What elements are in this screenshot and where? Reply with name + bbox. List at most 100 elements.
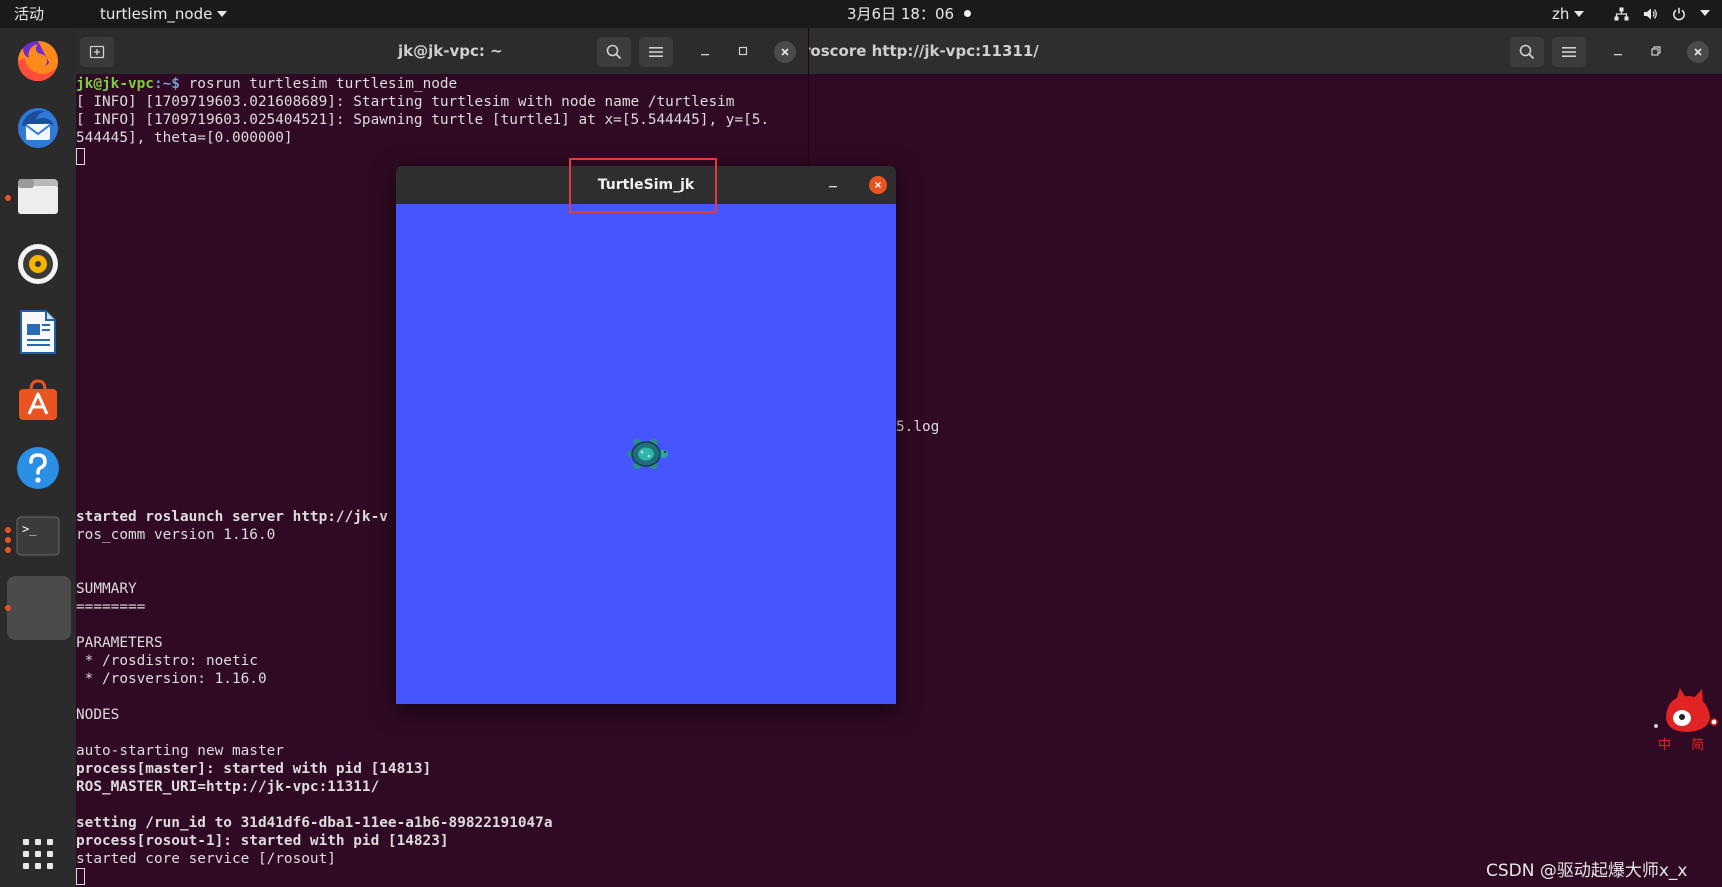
restore-icon xyxy=(1651,46,1661,56)
roscore-terminal-title: roscore http://jk-vpc:11311/ xyxy=(803,42,1039,60)
roscore-output-line: SUMMARY xyxy=(76,581,137,597)
roscore-menu-button[interactable] xyxy=(1552,37,1586,67)
volume-icon xyxy=(1644,8,1657,20)
turtlesim-prompt-line: jk@jk-vpc:~$ rosrun turtlesim turtlesim_… xyxy=(76,75,457,93)
turtlesim-search-button[interactable] xyxy=(597,37,631,67)
roscore-output-line: process[rosout-1]: started with pid [148… xyxy=(76,833,449,849)
mascot-caption: 中 简 xyxy=(1658,738,1713,753)
new-tab-button[interactable] xyxy=(80,37,114,67)
roscore-log-fragment: 5.log xyxy=(896,419,940,435)
app-grid-icon xyxy=(23,839,53,869)
prompt-command: rosrun turtlesim turtlesim_node xyxy=(188,76,458,92)
terminal-glyph: >_ xyxy=(22,522,37,536)
chevron-down-icon xyxy=(1574,10,1585,17)
turtlesim-minimize-button[interactable] xyxy=(695,41,715,61)
roscore-output-line: started roslaunch server http://jk-v xyxy=(76,509,388,525)
prompt-path: :~$ xyxy=(153,76,189,92)
turtlesim-window-close-button[interactable] xyxy=(869,176,887,194)
files-icon xyxy=(18,179,58,214)
turtlesim-terminal-title: jk@jk-vpc: ~ xyxy=(398,42,503,60)
running-indicator-icon xyxy=(5,527,11,533)
running-indicator-icon xyxy=(5,195,11,201)
dock-item-files[interactable] xyxy=(12,170,64,222)
clock-button[interactable]: 3月6日 18：06 xyxy=(847,0,972,28)
running-indicator-icon xyxy=(5,537,11,543)
activities-button[interactable]: 活动 xyxy=(14,0,44,28)
title-highlight-box xyxy=(569,158,717,213)
app-menu-button[interactable]: turtlesim_node xyxy=(100,0,228,28)
turtlesim-log-line: 544445], theta=[0.000000] xyxy=(76,130,293,146)
roscore-output-line: setting /run_id to 31d41df6-dba1-11ee-a1… xyxy=(76,815,553,831)
minimize-icon xyxy=(701,54,709,56)
notification-dot-icon xyxy=(964,9,972,17)
running-indicator-icon xyxy=(5,605,11,611)
close-icon xyxy=(781,48,789,56)
terminal-icon: >_ xyxy=(16,516,60,556)
chevron-down-icon xyxy=(1700,10,1710,16)
roscore-output-line: * /rosversion: 1.16.0 xyxy=(76,671,267,687)
fox-mascot-icon xyxy=(1654,688,1718,732)
terminal-cursor xyxy=(76,147,85,165)
turtlesim-cursor-line xyxy=(76,147,85,165)
top-bar: 活动 turtlesim_node 3月6日 18：06 zh xyxy=(0,0,1722,28)
roscore-minimize-button[interactable] xyxy=(1608,41,1628,61)
running-indicator-icon xyxy=(5,547,11,553)
dock-item-writer[interactable] xyxy=(12,306,64,358)
turtlesim-log-line: [ INFO] [1709719603.025404521]: Spawning… xyxy=(76,112,770,128)
dock-item-app-center[interactable] xyxy=(12,374,64,426)
search-icon xyxy=(606,44,622,60)
turtlesim-menu-button[interactable] xyxy=(639,37,673,67)
turtlesim-log-line: [ INFO] [1709719603.021608689]: Starting… xyxy=(76,94,735,110)
dock: >_ xyxy=(0,28,76,887)
roscore-cursor-line xyxy=(76,867,85,885)
roscore-output-line: ROS_MASTER_URI=http://jk-vpc:11311/ xyxy=(76,779,380,795)
minimize-icon xyxy=(1614,54,1622,56)
dock-item-firefox[interactable] xyxy=(12,34,64,86)
thunderbird-icon xyxy=(18,108,58,148)
roscore-output-line: auto-starting new master xyxy=(76,743,284,759)
input-method-label: zh xyxy=(1552,5,1570,23)
csdn-watermark: CSDN @驱动起爆大师x_x xyxy=(1486,861,1688,881)
minimize-icon xyxy=(829,186,837,188)
system-menu-button[interactable] xyxy=(1614,0,1710,28)
dock-item-thunderbird[interactable] xyxy=(12,102,64,154)
writer-icon xyxy=(20,310,56,354)
roscore-restore-button[interactable] xyxy=(1646,41,1666,61)
power-icon xyxy=(1673,7,1685,21)
hamburger-menu-icon xyxy=(1562,47,1576,57)
roscore-output-line: started core service [/rosout] xyxy=(76,851,336,867)
new-tab-icon xyxy=(89,45,105,59)
show-applications-button[interactable] xyxy=(12,828,64,880)
desktop: roscore http://jk-vpc:11311/ 5.log start… xyxy=(0,0,1722,887)
chevron-down-icon xyxy=(217,10,228,17)
terminal-cursor xyxy=(76,867,85,885)
roscore-output-line: ros_comm version 1.16.0 xyxy=(76,527,276,543)
dock-item-rhythmbox[interactable] xyxy=(12,238,64,290)
network-icon xyxy=(1614,7,1629,21)
roscore-close-button[interactable] xyxy=(1687,41,1709,63)
dock-active-slot[interactable] xyxy=(7,576,71,640)
roscore-output-line: process[master]: started with pid [14813… xyxy=(76,761,432,777)
close-icon xyxy=(875,182,881,188)
roscore-search-button[interactable] xyxy=(1510,37,1544,67)
prompt-user: jk@jk-vpc xyxy=(76,76,154,92)
turtlesim-maximize-button[interactable] xyxy=(733,41,753,61)
roscore-output-line: * /rosdistro: noetic xyxy=(76,653,258,669)
hamburger-menu-icon xyxy=(649,47,663,57)
input-method-button[interactable]: zh xyxy=(1552,0,1585,28)
app-menu-label: turtlesim_node xyxy=(100,5,213,23)
roscore-output-line: NODES xyxy=(76,707,120,723)
rhythmbox-icon xyxy=(18,244,58,284)
turtle-icon xyxy=(627,438,668,469)
search-icon xyxy=(1519,44,1535,60)
turtlesim-window-minimize-button[interactable] xyxy=(828,176,838,194)
dock-item-terminal[interactable]: >_ xyxy=(12,510,64,562)
roscore-output-line: PARAMETERS xyxy=(76,635,163,651)
turtlesim-window[interactable]: TurtleSim_jk xyxy=(396,166,896,704)
turtlesim-terminal-header[interactable]: jk@jk-vpc: ~ xyxy=(76,28,808,74)
turtlesim-close-button[interactable] xyxy=(774,41,796,63)
maximize-icon xyxy=(738,46,748,56)
dock-item-help[interactable] xyxy=(12,442,64,494)
mascot-widget[interactable]: 中 简 xyxy=(1648,686,1718,753)
turtlesim-canvas xyxy=(396,204,896,704)
